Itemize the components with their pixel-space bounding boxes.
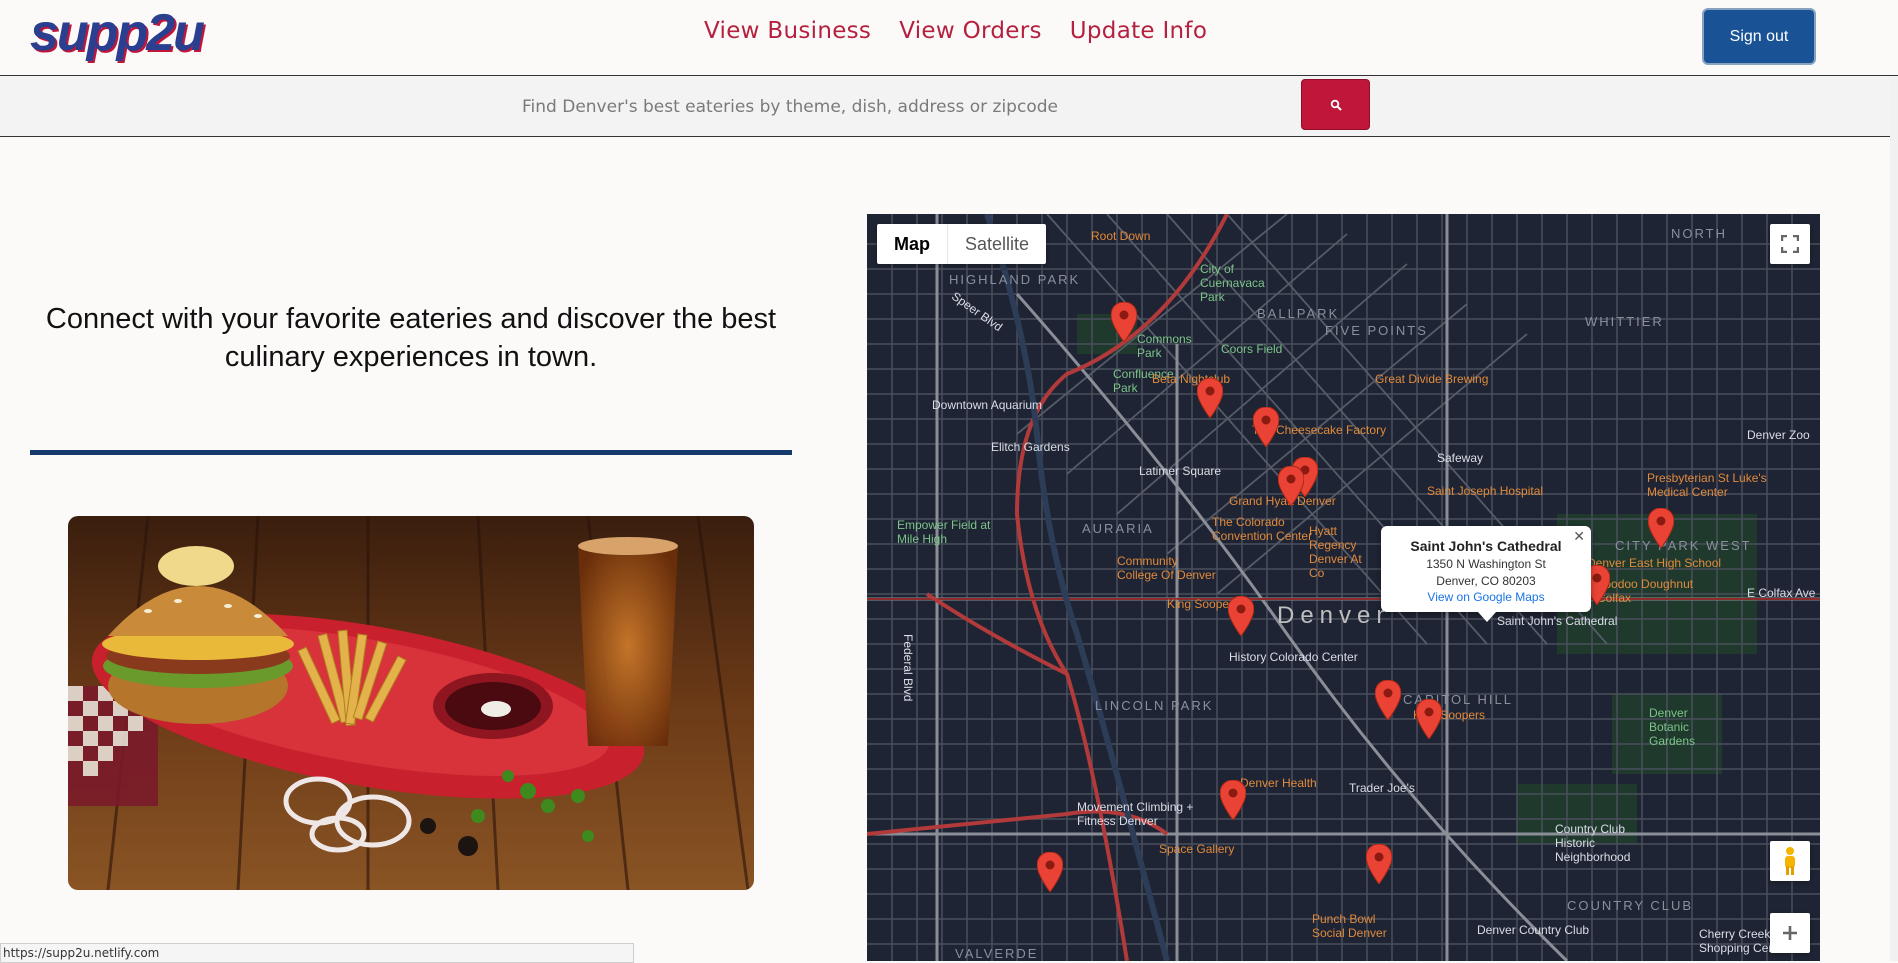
main-nav: View Business View Orders Update Info <box>704 18 1207 44</box>
nav-view-orders[interactable]: View Orders <box>899 18 1042 44</box>
search-icon <box>1330 99 1342 111</box>
zoom-in-button[interactable] <box>1770 913 1810 953</box>
info-window-address-line1: 1350 N Washington St <box>1426 557 1546 571</box>
plus-icon <box>1783 926 1797 940</box>
food-photo <box>68 516 754 890</box>
supp2u-logo[interactable]: supp2u <box>30 2 210 64</box>
section-divider <box>30 450 792 455</box>
nav-view-business[interactable]: View Business <box>704 18 871 44</box>
page-scrollbar[interactable] <box>1890 76 1898 961</box>
search-input[interactable] <box>520 88 1304 126</box>
logo-text: supp2u <box>30 4 205 62</box>
street-view-pegman[interactable] <box>1770 841 1810 881</box>
nav-update-info[interactable]: Update Info <box>1070 18 1207 44</box>
info-window: ✕ Saint John's Cathedral 1350 N Washingt… <box>1381 526 1591 622</box>
restaurant-marker[interactable] <box>1416 699 1442 739</box>
fullscreen-icon <box>1781 235 1799 253</box>
top-nav-bar: supp2u View Business View Orders Update … <box>0 0 1898 76</box>
info-window-title: Saint John's Cathedral <box>1410 538 1562 554</box>
map-type-map[interactable]: Map <box>877 224 947 264</box>
map-type-toggle: Map Satellite <box>877 224 1047 264</box>
restaurant-marker[interactable] <box>1037 852 1063 892</box>
map-type-satellite[interactable]: Satellite <box>947 224 1046 264</box>
fullscreen-button[interactable] <box>1770 224 1810 264</box>
google-map[interactable]: Root Down HIGHLAND PARK City of Cuernava… <box>867 214 1820 961</box>
burger-plate-illustration <box>68 516 754 890</box>
info-window-address-line2: Denver, CO 80203 <box>1436 574 1536 588</box>
restaurant-marker[interactable] <box>1253 407 1279 447</box>
restaurant-marker[interactable] <box>1366 844 1392 884</box>
hero-tagline: Connect with your favorite eateries and … <box>45 303 777 373</box>
restaurant-marker[interactable] <box>1197 378 1223 418</box>
restaurant-marker[interactable] <box>1228 596 1254 636</box>
info-window-tail <box>1478 612 1496 622</box>
view-on-google-maps-link[interactable]: View on Google Maps <box>1381 590 1591 604</box>
info-window-close-icon[interactable]: ✕ <box>1573 528 1585 545</box>
map-tiles <box>867 214 1820 961</box>
restaurant-marker[interactable] <box>1111 302 1137 342</box>
browser-status-url: https://supp2u.netlify.com <box>0 943 634 963</box>
sign-out-button[interactable]: Sign out <box>1702 8 1816 65</box>
pegman-icon <box>1785 847 1795 875</box>
restaurant-marker[interactable] <box>1278 466 1304 506</box>
restaurant-marker[interactable] <box>1375 680 1401 720</box>
search-bar <box>0 76 1898 137</box>
search-button[interactable] <box>1301 79 1370 130</box>
restaurant-marker[interactable] <box>1648 508 1674 548</box>
restaurant-marker[interactable] <box>1220 780 1246 820</box>
